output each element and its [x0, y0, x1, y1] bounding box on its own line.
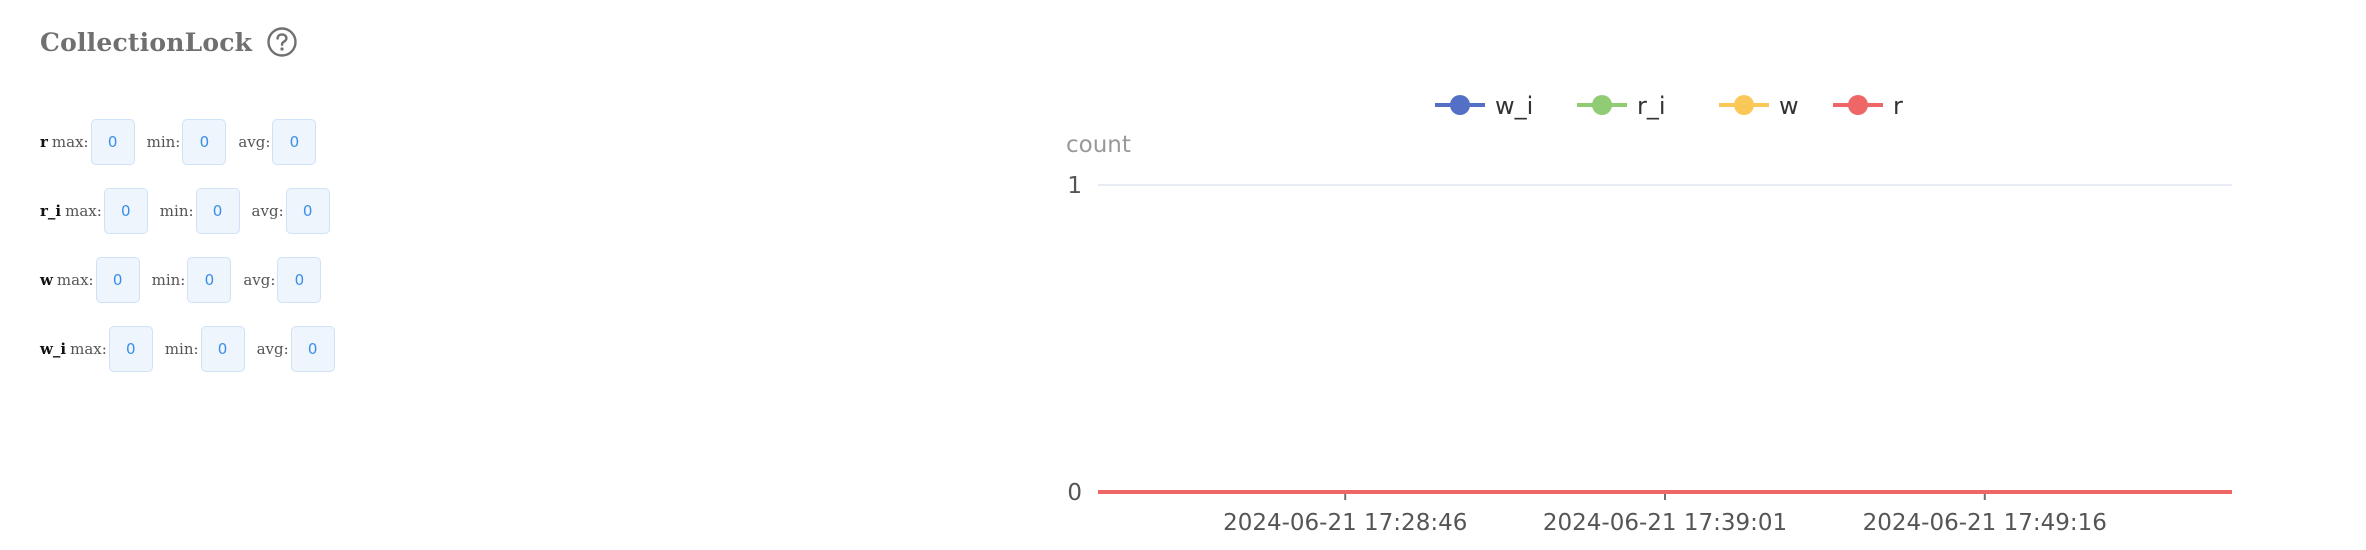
legend-marker	[1592, 95, 1612, 115]
max-label: max:	[70, 340, 107, 358]
min-value: 0	[187, 257, 232, 303]
line-chart[interactable]: w_i r_i w r count 0 1 2024-06-21 17:28:46 2024-0…	[1020, 60, 2280, 540]
avg-value: 0	[290, 326, 335, 372]
stat-row-w: w max: 0 min: 0 avg: 0	[40, 256, 335, 304]
max-label: max:	[56, 271, 94, 289]
y-tick-label: 1	[1067, 173, 1082, 199]
max-value: 0	[108, 326, 153, 372]
avg-value: 0	[272, 119, 317, 165]
x-tick-label: 2024-06-21 17:39:01	[1543, 510, 1787, 536]
panel-header: CollectionLock	[40, 22, 298, 62]
min-value: 0	[195, 188, 240, 234]
x-tick-label: 2024-06-21 17:49:16	[1863, 510, 2107, 536]
max-value: 0	[90, 119, 135, 165]
panel-title: CollectionLock	[40, 27, 253, 57]
legend-item-r[interactable]: r	[1833, 92, 1903, 120]
help-circle-icon[interactable]	[266, 26, 298, 58]
stat-name: w_i	[40, 340, 67, 358]
legend-marker	[1450, 95, 1470, 115]
chart-canvas[interactable]: w_i r_i w r count 0 1 2024-06-21 17:28:46 2024-0…	[1020, 60, 2280, 540]
avg-label: avg:	[243, 271, 276, 289]
stat-row-r: r max: 0 min: 0 avg: 0	[40, 118, 335, 166]
y-tick-label: 0	[1067, 480, 1082, 506]
legend-label: w	[1779, 92, 1799, 120]
min-label: min:	[146, 133, 181, 151]
legend-label: w_i	[1495, 92, 1533, 120]
legend-item-w[interactable]: w	[1719, 92, 1799, 120]
min-label: min:	[151, 271, 186, 289]
avg-value: 0	[277, 257, 322, 303]
legend-marker	[1734, 95, 1754, 115]
min-value: 0	[182, 119, 227, 165]
legend-item-r-i[interactable]: r_i	[1577, 92, 1666, 120]
legend-marker	[1848, 95, 1868, 115]
min-value: 0	[200, 326, 245, 372]
legend-item-w-i[interactable]: w_i	[1435, 92, 1533, 120]
stat-row-r-i: r_i max: 0 min: 0 avg: 0	[40, 187, 335, 235]
legend-label: r_i	[1637, 92, 1666, 120]
y-axis-label: count	[1066, 132, 1131, 158]
avg-value: 0	[285, 188, 330, 234]
stat-name: w	[40, 271, 53, 289]
min-label: min:	[159, 202, 194, 220]
max-label: max:	[51, 133, 89, 151]
max-value: 0	[95, 257, 140, 303]
stat-row-w-i: w_i max: 0 min: 0 avg: 0	[40, 325, 335, 373]
avg-label: avg:	[256, 340, 289, 358]
stat-name: r_i	[40, 202, 62, 220]
avg-label: avg:	[238, 133, 271, 151]
legend-label: r	[1893, 92, 1903, 120]
avg-label: avg:	[251, 202, 284, 220]
max-value: 0	[103, 188, 148, 234]
stat-name: r	[40, 133, 48, 151]
max-label: max:	[65, 202, 102, 220]
min-label: min:	[164, 340, 199, 358]
x-tick-label: 2024-06-21 17:28:46	[1223, 510, 1467, 536]
stats-list: r max: 0 min: 0 avg: 0 r_i max: 0 min: 0…	[40, 118, 335, 394]
